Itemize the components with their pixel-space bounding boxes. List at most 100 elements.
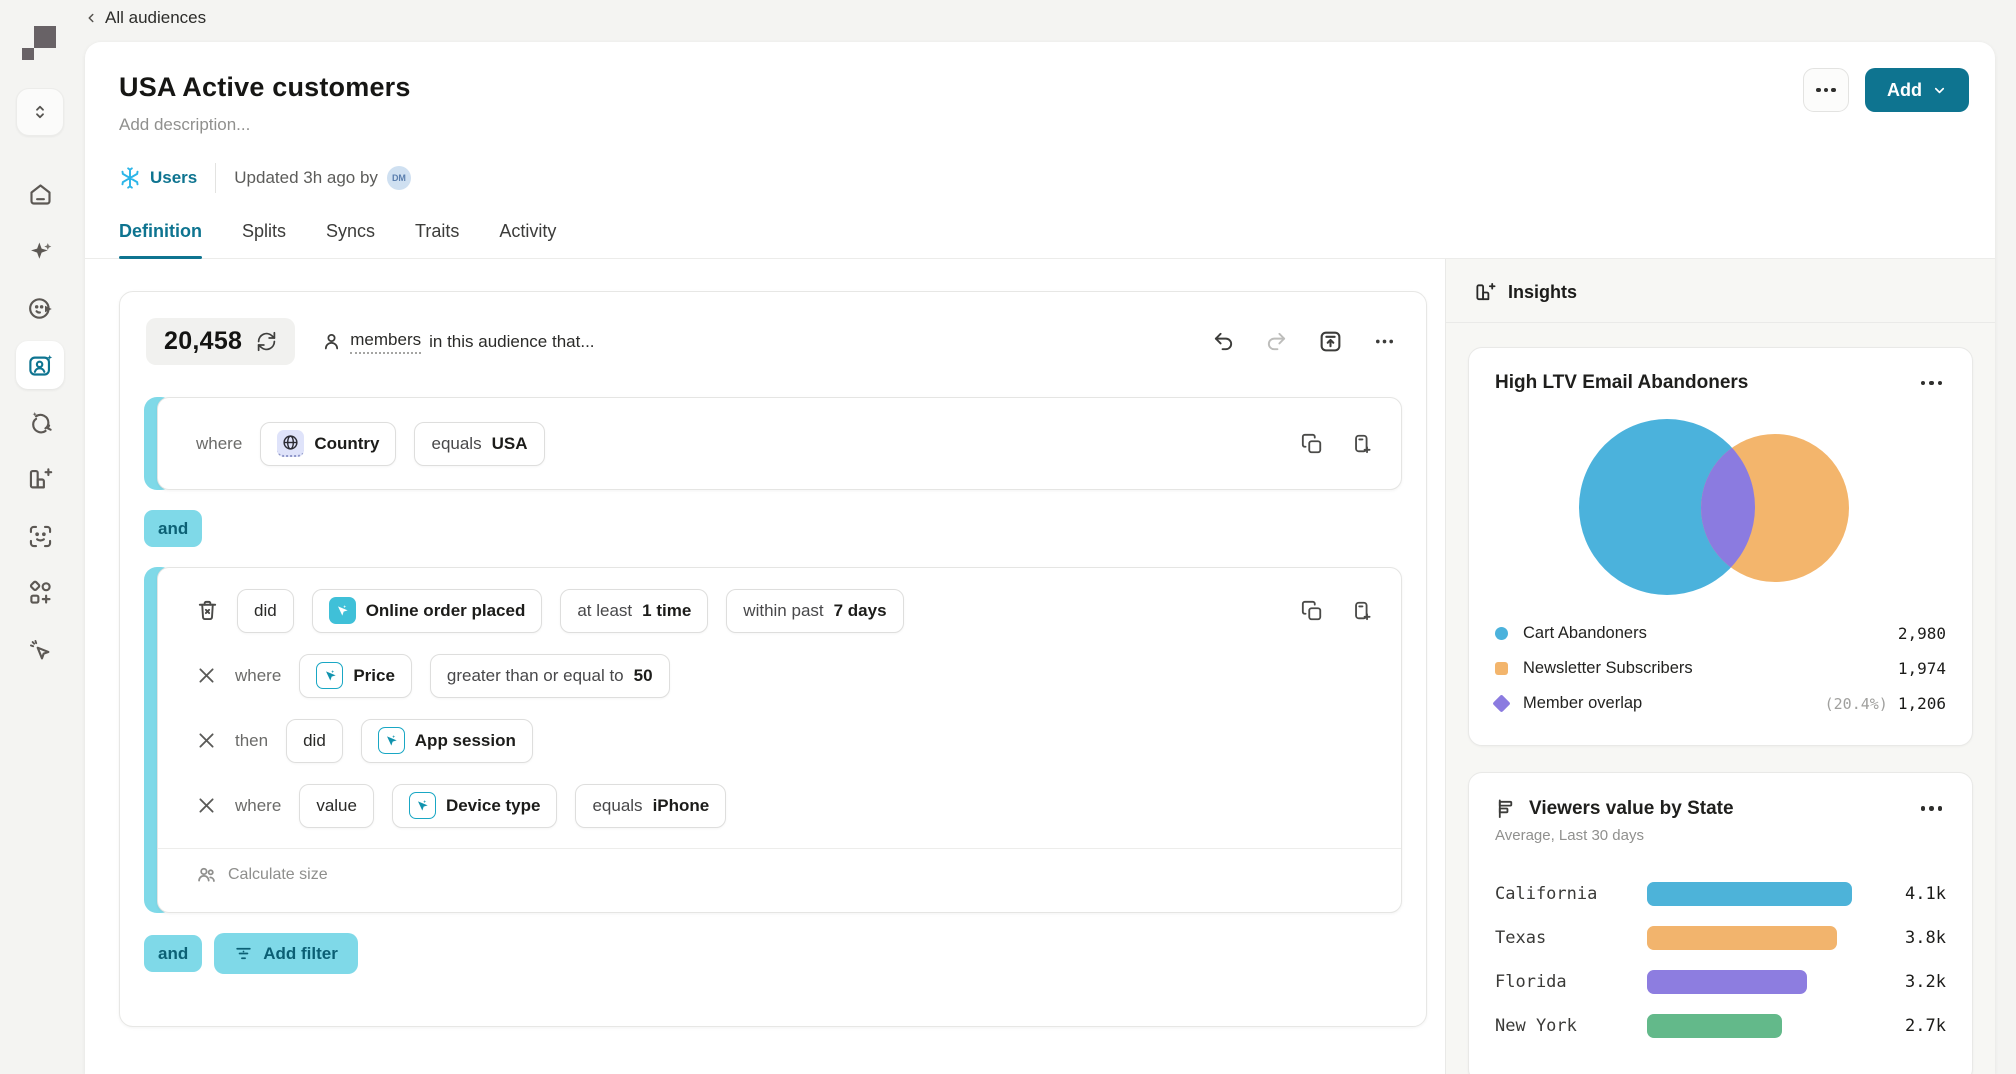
tab-activity[interactable]: Activity [499,221,556,258]
legend-label: Member overlap [1523,694,1642,713]
operator-chip-gte-50[interactable]: greater than or equal to 50 [430,654,670,698]
legend-marker-square [1495,662,1508,675]
operator-chip-equals-iphone[interactable]: equals iPhone [575,784,726,828]
source-link[interactable]: Users [119,167,197,189]
remove-filter-button[interactable] [196,795,217,816]
property-chip-price[interactable]: Price [299,654,412,698]
lead-word: where [235,666,281,686]
sidebar-item-customer-studio[interactable] [16,284,64,332]
bar-row[interactable]: Texas 3.8k [1495,926,1946,950]
horizontal-bars-icon [1495,797,1518,820]
add-to-clipboard-button[interactable] [1351,433,1373,455]
insight-card-title: Viewers value by State [1529,798,1734,820]
save-snapshot-button[interactable] [1318,329,1343,354]
remove-filter-button[interactable] [196,665,217,686]
event-chip-app-session[interactable]: App session [361,719,533,763]
sidebar-item-ai[interactable] [16,227,64,275]
condition-group-1: where Country equals USA [144,397,1402,490]
member-count: 20,458 [164,327,242,356]
duplicate-condition-button[interactable] [1301,600,1323,622]
operator-chip-equals-usa[interactable]: equals USA [414,422,544,466]
bar-label: California [1495,884,1647,904]
did-chip[interactable]: did [286,719,343,763]
cursor-sparkle-icon [27,637,54,664]
more-menu-button[interactable] [1803,68,1849,112]
calculate-size-button[interactable]: Calculate size [158,848,1401,900]
add-button-label: Add [1887,80,1922,101]
card-menu-button[interactable] [1917,377,1947,390]
venn-diagram [1495,406,1946,610]
redo-button[interactable] [1265,330,1288,353]
and-connector[interactable]: and [144,935,202,972]
remove-filter-button[interactable] [196,730,217,751]
chip-prefix: equals [592,796,642,816]
tab-definition[interactable]: Definition [119,221,202,258]
refresh-icon[interactable] [256,331,277,352]
sidebar-item-actions[interactable] [16,626,64,674]
legend-row[interactable]: Member overlap (20.4%)1,206 [1495,686,1946,721]
add-to-clipboard-button[interactable] [1351,600,1373,622]
property-chip-country[interactable]: Country [260,422,396,466]
duplicate-condition-button[interactable] [1301,433,1323,455]
value-chip[interactable]: value [299,784,374,828]
frequency-chip[interactable]: at least 1 time [560,589,708,633]
add-filter-label: Add filter [263,944,338,964]
add-button[interactable]: Add [1865,68,1969,112]
bar-row[interactable]: California 4.1k [1495,882,1946,906]
tab-syncs[interactable]: Syncs [326,221,375,258]
sidebar-item-syncs[interactable] [16,398,64,446]
close-icon [196,795,217,816]
tab-bar: Definition Splits Syncs Traits Activity [85,221,1995,259]
chip-label: Price [353,666,395,686]
updated-label: Updated 3h ago by [234,168,378,188]
bar-label: New York [1495,1016,1647,1036]
sparkle-ai-icon [27,238,54,265]
page-title: USA Active customers [119,72,1969,103]
workspace-switcher[interactable] [16,88,64,136]
builder-more-button[interactable] [1373,330,1396,353]
bar-row[interactable]: Florida 3.2k [1495,970,1946,994]
description-placeholder[interactable]: Add description... [119,115,1969,135]
legend-row[interactable]: Newsletter Subscribers 1,974 [1495,651,1946,686]
phrase-suffix: in this audience that... [429,332,594,352]
tab-splits[interactable]: Splits [242,221,286,258]
legend-marker-diamond [1492,694,1510,712]
audience-header: USA Active customers Add description... … [85,42,1995,259]
insights-body: High LTV Email Abandoners [1446,323,1995,1074]
chip-label: USA [492,434,528,454]
event-chip-online-order-placed[interactable]: Online order placed [312,589,543,633]
where-price-row: where Price greater than or equal to 50 [158,643,1401,708]
sidebar-item-analytics[interactable] [16,455,64,503]
lead-word: where [196,434,242,454]
lead-word: then [235,731,268,751]
members-selector[interactable]: members [350,330,421,354]
sidebar-item-home[interactable] [16,170,64,218]
sidebar-item-extensions[interactable] [16,569,64,617]
did-chip[interactable]: did [237,589,294,633]
add-filter-button[interactable]: Add filter [214,933,358,974]
breadcrumb[interactable]: All audiences [84,8,206,28]
undo-button[interactable] [1212,330,1235,353]
delete-condition-button[interactable] [196,599,219,622]
app-logo[interactable] [22,26,56,60]
member-count-pill[interactable]: 20,458 [146,318,295,365]
insights-title: Insights [1508,282,1577,303]
tab-traits[interactable]: Traits [415,221,459,258]
sidebar-item-audiences[interactable] [16,341,64,389]
sidebar-item-identity[interactable] [16,512,64,560]
insight-card-title: High LTV Email Abandoners [1495,372,1748,394]
bar-row[interactable]: New York 2.7k [1495,1014,1946,1038]
person-icon [321,331,342,352]
card-menu-button[interactable] [1917,802,1947,815]
chip-prefix: within past [743,601,823,621]
time-window-chip[interactable]: within past 7 days [726,589,903,633]
property-chip-device-type[interactable]: Device type [392,784,558,828]
event-icon [409,792,436,819]
avatar[interactable]: DM [387,166,411,190]
chip-label: App session [415,731,516,751]
updated-text: Updated 3h ago by DM [234,166,411,190]
and-connector[interactable]: and [144,510,202,547]
face-scan-icon [27,523,54,550]
copy-icon [1301,433,1323,455]
legend-row[interactable]: Cart Abandoners 2,980 [1495,616,1946,651]
